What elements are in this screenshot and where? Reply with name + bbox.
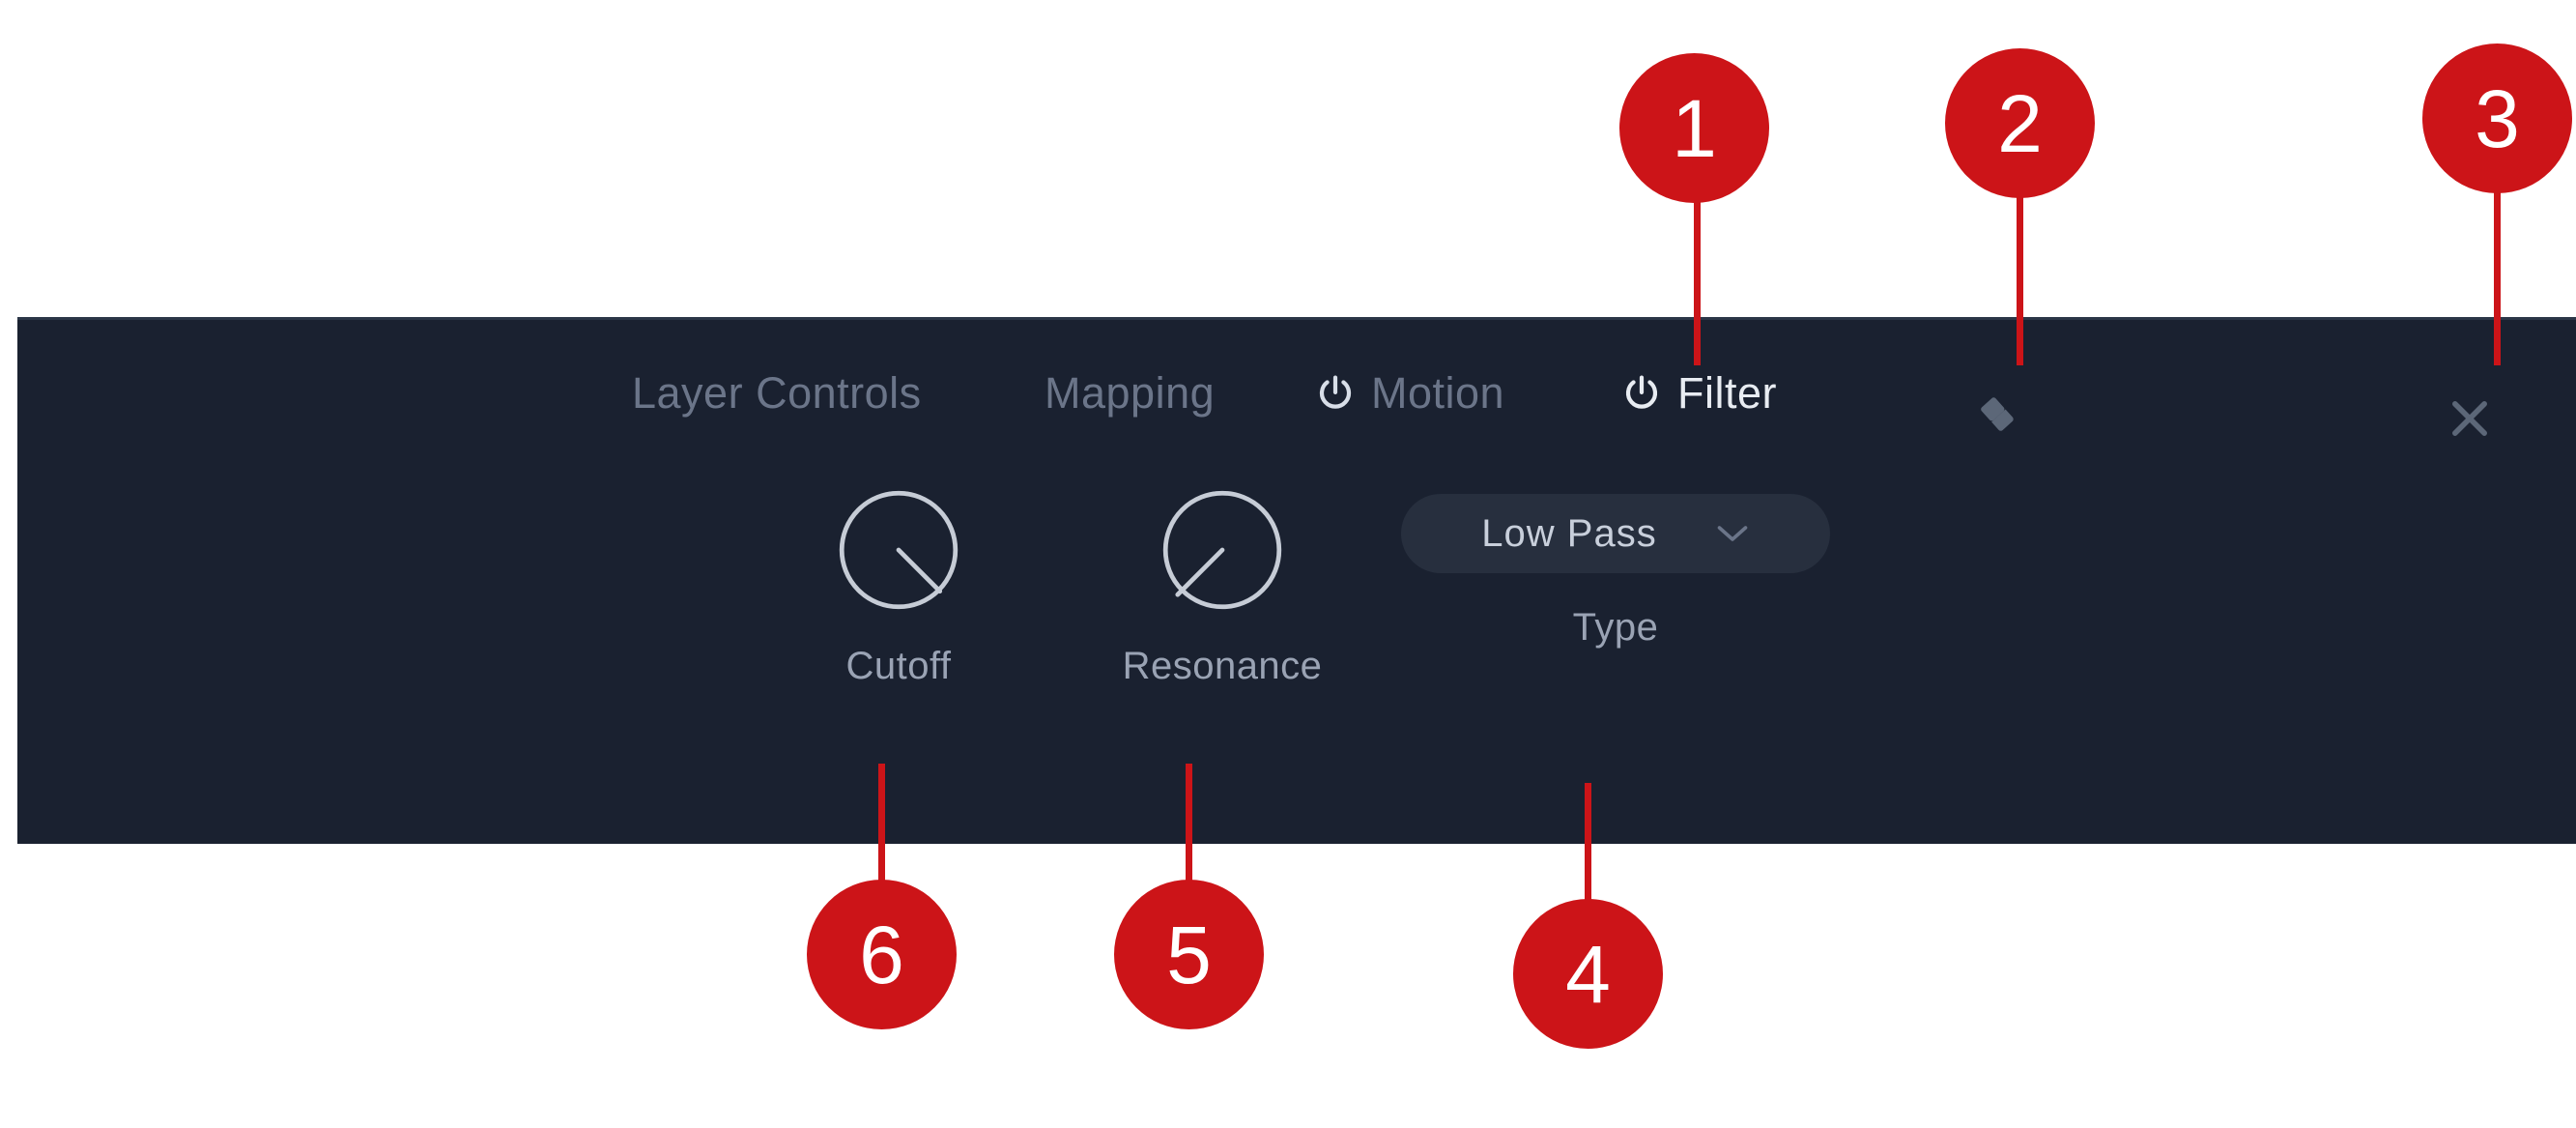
- eraser-button[interactable]: [1955, 374, 2047, 467]
- cutoff-label: Cutoff: [845, 645, 952, 687]
- power-icon: [1315, 373, 1356, 414]
- callout-badge: 3: [2422, 43, 2572, 193]
- callout-leader-line: [878, 764, 885, 899]
- filter-panel: Layer Controls Mapping Motion Filter Cut…: [17, 317, 2576, 844]
- resonance-control: Resonance: [1106, 482, 1338, 688]
- callout-badge: 4: [1513, 899, 1663, 1049]
- tab-label: Filter: [1677, 368, 1777, 418]
- callout-badge: 1: [1619, 53, 1769, 203]
- tab-layer-controls[interactable]: Layer Controls: [632, 347, 922, 440]
- panel-tab-bar: Layer Controls Mapping Motion Filter: [17, 347, 2576, 440]
- type-control: Low Pass Type: [1401, 494, 1830, 650]
- type-dropdown-value: Low Pass: [1481, 511, 1657, 555]
- type-label: Type: [1572, 606, 1659, 649]
- close-button[interactable]: [2423, 374, 2516, 467]
- cutoff-knob[interactable]: [831, 482, 966, 618]
- tab-label: Layer Controls: [632, 368, 922, 418]
- callout-leader-line: [1186, 764, 1192, 899]
- eraser-icon: [1972, 390, 2030, 452]
- tab-label: Mapping: [1045, 368, 1216, 418]
- tab-mapping[interactable]: Mapping: [1045, 347, 1215, 440]
- resonance-knob[interactable]: [1155, 482, 1290, 618]
- callout-badge: 5: [1114, 880, 1264, 1029]
- resonance-label: Resonance: [1122, 645, 1323, 687]
- tab-motion[interactable]: Motion: [1315, 347, 1504, 440]
- callout-badge: 2: [1945, 48, 2095, 198]
- close-icon: [2445, 393, 2495, 448]
- cutoff-control: Cutoff: [783, 482, 1015, 688]
- callout-badge: 6: [807, 880, 957, 1029]
- tab-label: Motion: [1371, 368, 1505, 418]
- callout-leader-line: [1585, 783, 1591, 918]
- chevron-down-icon: [1715, 523, 1750, 544]
- power-icon: [1621, 373, 1662, 414]
- type-dropdown[interactable]: Low Pass: [1401, 494, 1830, 573]
